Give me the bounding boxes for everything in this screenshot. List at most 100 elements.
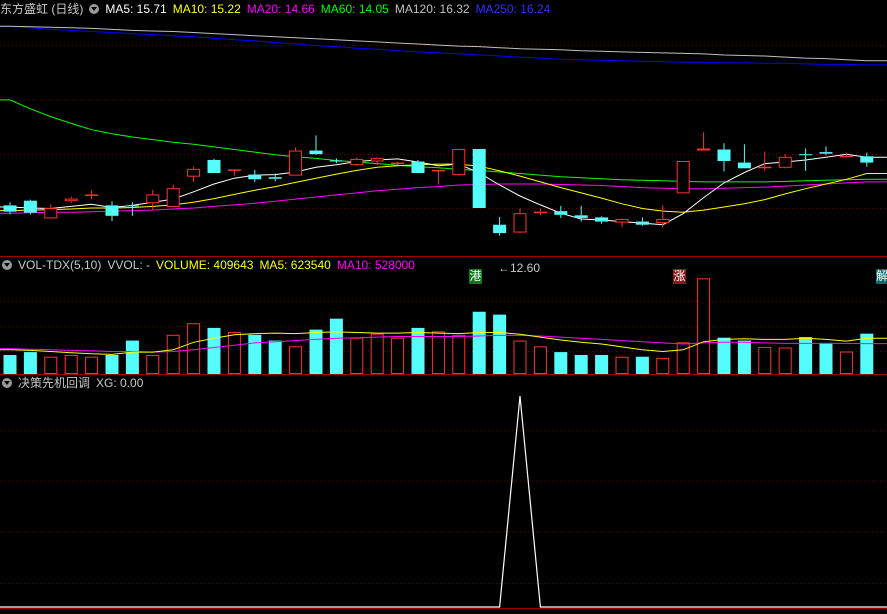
stock-chart-canvas[interactable] xyxy=(0,0,887,614)
volume-bar xyxy=(635,356,649,374)
volume-bar xyxy=(799,337,813,374)
volume-bar xyxy=(452,334,466,374)
candle-body xyxy=(146,194,160,204)
volume-bar xyxy=(676,342,690,375)
candle-body xyxy=(105,205,119,216)
volume-bar xyxy=(207,327,221,374)
volume-bar xyxy=(737,340,751,374)
volume-bar xyxy=(125,340,139,374)
ma20-line xyxy=(0,181,887,214)
candle-body xyxy=(472,148,486,208)
candle xyxy=(472,148,486,208)
candle xyxy=(227,169,241,176)
volume-bar xyxy=(717,337,731,374)
volume-bar xyxy=(391,337,405,374)
candle-body xyxy=(44,208,58,219)
volume-bar xyxy=(778,347,792,375)
candle-body xyxy=(758,166,772,169)
candle-body xyxy=(615,218,629,223)
candle-body xyxy=(717,149,731,161)
candle xyxy=(411,159,425,174)
candle-body xyxy=(207,159,221,174)
volume-bar xyxy=(493,314,507,374)
volume-bar xyxy=(819,342,833,374)
candle-body xyxy=(819,152,833,154)
candle-body xyxy=(329,160,343,162)
candle xyxy=(64,196,78,203)
volume-bar xyxy=(513,340,527,374)
candle xyxy=(615,218,629,228)
candle xyxy=(329,158,343,164)
candle-body xyxy=(595,217,609,222)
volume-bar xyxy=(268,340,282,374)
candle xyxy=(595,216,609,224)
xg-line xyxy=(0,395,887,608)
candle xyxy=(248,169,262,182)
volume-bar xyxy=(146,354,160,374)
candle-body xyxy=(799,154,813,156)
candle xyxy=(391,161,405,165)
volume-bar xyxy=(44,356,58,374)
volume-bar xyxy=(595,354,609,374)
ma120-line xyxy=(0,25,887,62)
candle-body xyxy=(574,215,588,218)
candle-body xyxy=(3,205,17,212)
volume-bar xyxy=(411,327,425,374)
volume-bar xyxy=(554,352,568,374)
volume-bar xyxy=(472,311,486,374)
candle-body xyxy=(248,174,262,180)
candle-body xyxy=(125,205,139,207)
volume-bar xyxy=(105,354,119,374)
volume-bar xyxy=(289,346,303,374)
candle-body xyxy=(513,213,527,233)
candle-body xyxy=(737,162,751,169)
candle xyxy=(85,190,99,200)
candle-body xyxy=(452,148,466,176)
volume-bar xyxy=(329,318,343,374)
candle-body xyxy=(227,169,241,171)
candle xyxy=(309,135,323,155)
candle xyxy=(778,154,792,169)
candle xyxy=(3,202,17,215)
candle-body xyxy=(839,155,853,158)
candle xyxy=(23,199,37,215)
candle xyxy=(513,208,527,234)
volume-bar xyxy=(574,354,588,374)
candle-body xyxy=(166,188,180,207)
volume-bar xyxy=(309,329,323,374)
zhang-marker: 涨 xyxy=(673,269,686,284)
volume-bar xyxy=(227,331,241,374)
candle-body xyxy=(697,148,711,151)
candle-body xyxy=(411,161,425,174)
candle-body xyxy=(64,198,78,202)
candle xyxy=(533,208,547,216)
candle xyxy=(819,146,833,156)
candle-body xyxy=(187,168,201,177)
volume-bar xyxy=(697,278,711,374)
candle-body xyxy=(656,218,670,224)
candle-body xyxy=(860,156,874,163)
volume-bar xyxy=(166,334,180,374)
candle xyxy=(554,205,568,218)
candle-body xyxy=(778,156,792,168)
volume-bar xyxy=(860,333,874,374)
volume-bar xyxy=(615,356,629,374)
candle xyxy=(105,201,119,222)
candle-body xyxy=(554,211,568,215)
candle xyxy=(207,158,221,174)
candle xyxy=(431,169,445,185)
volume-bar xyxy=(23,352,37,374)
candle xyxy=(166,185,180,207)
candle-body xyxy=(85,194,99,196)
candle-body xyxy=(391,162,405,165)
candle xyxy=(289,147,303,176)
low-price-label: ←12.60 xyxy=(498,261,541,275)
volume-bar xyxy=(85,356,99,374)
volume-bar xyxy=(187,323,201,375)
ma60-line xyxy=(0,99,887,183)
candle xyxy=(187,166,201,182)
candle xyxy=(44,204,58,219)
candle-body xyxy=(23,200,37,213)
volume-bar xyxy=(758,346,772,375)
candle-body xyxy=(309,150,323,155)
